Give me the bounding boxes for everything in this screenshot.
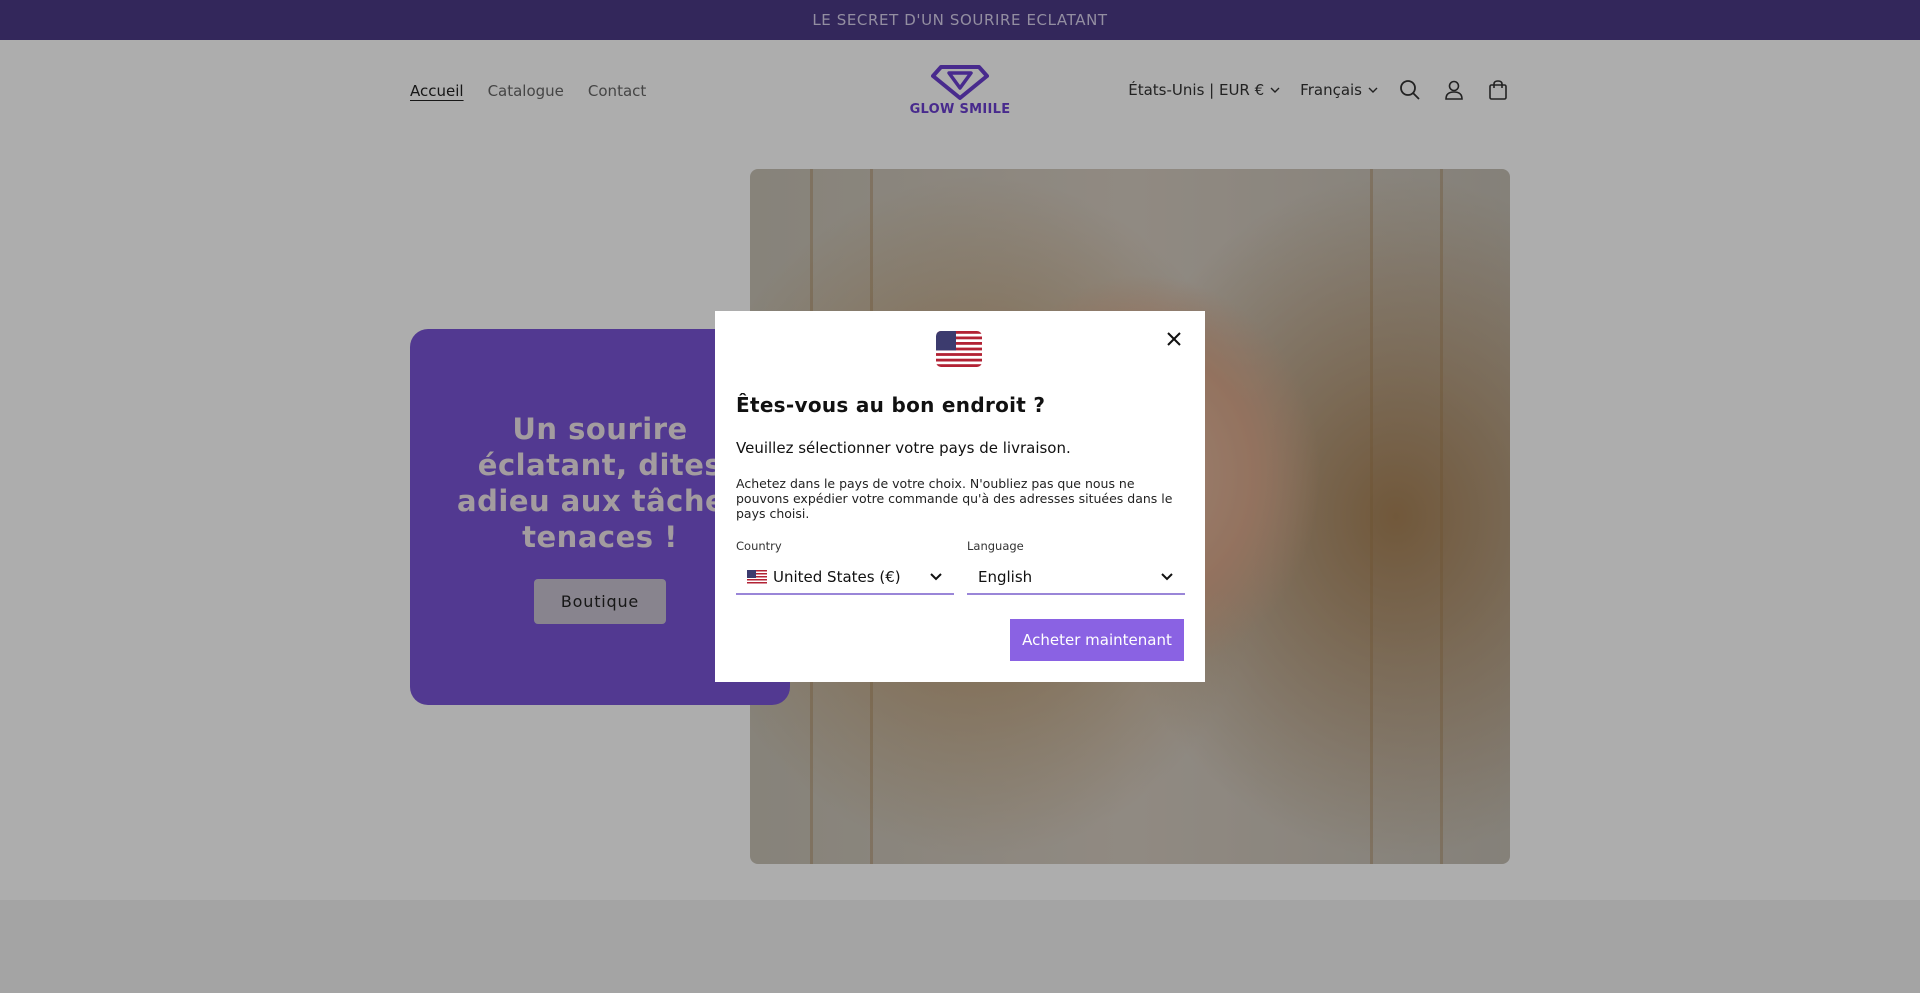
language-label: Language <box>967 539 1024 553</box>
country-field: Country United States (€) <box>736 539 954 595</box>
modal-note: Achetez dans le pays de votre choix. N'o… <box>736 476 1173 521</box>
us-flag-icon <box>936 331 982 367</box>
country-label: Country <box>736 539 782 553</box>
close-icon[interactable] <box>1163 328 1185 350</box>
us-flag-icon <box>747 569 767 585</box>
language-field: Language English <box>967 539 1185 595</box>
country-value: United States (€) <box>773 568 901 586</box>
language-value: English <box>978 568 1033 586</box>
language-select[interactable]: English <box>967 561 1185 595</box>
chevron-down-icon <box>1161 573 1173 581</box>
country-select[interactable]: United States (€) <box>736 561 954 595</box>
buy-now-button[interactable]: Acheter maintenant <box>1010 619 1184 661</box>
chevron-down-icon <box>930 573 942 581</box>
country-selector-modal: Êtes-vous au bon endroit ? Veuillez séle… <box>715 311 1205 682</box>
modal-subtitle: Veuillez sélectionner votre pays de livr… <box>736 439 1071 457</box>
modal-title: Êtes-vous au bon endroit ? <box>736 393 1046 417</box>
